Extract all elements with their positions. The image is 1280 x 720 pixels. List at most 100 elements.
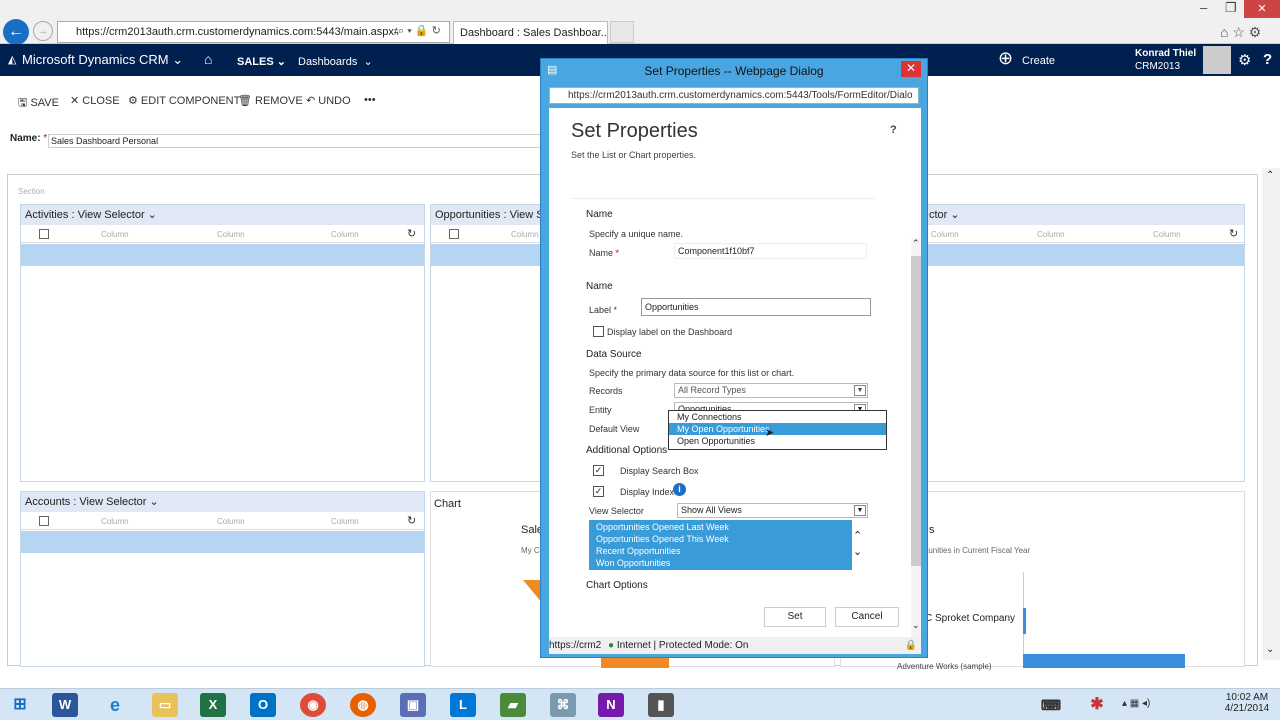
view-list-item[interactable]: Recent Opportunities	[596, 546, 681, 556]
scroll-down-icon[interactable]: ⌄	[912, 620, 920, 631]
chart-bar[interactable]	[1023, 608, 1026, 634]
keyboard-icon[interactable]: ⌨	[1038, 693, 1064, 717]
dropdown-option-selected[interactable]: My Open Opportunities	[669, 423, 886, 435]
edit-component-button[interactable]: ⚙ EDIT COMPONENT	[128, 94, 240, 107]
address-bar[interactable]: https://crm2013auth.crm.customerdynamics…	[57, 21, 450, 43]
more-button[interactable]: •••	[364, 94, 376, 106]
column-header[interactable]: Column	[511, 230, 539, 239]
panel-title[interactable]: Activities : View Selector ⌄	[21, 205, 424, 225]
file-explorer-icon[interactable]: ▭	[152, 693, 178, 717]
create-button[interactable]: Create	[1022, 55, 1055, 67]
column-header[interactable]: Column	[331, 230, 359, 239]
browser-tab-dashboard[interactable]: Dashboard : Sales Dashboar...	[453, 21, 608, 44]
scroll-down-icon[interactable]: ⌄	[1266, 644, 1274, 655]
column-header[interactable]: Column	[1037, 230, 1065, 239]
column-header[interactable]: Column	[217, 230, 245, 239]
set-button[interactable]: Set	[764, 607, 826, 627]
select-all-checkbox[interactable]	[449, 229, 459, 239]
inner-scrollbar[interactable]: ⌃ ⌄	[911, 238, 921, 638]
help-icon[interactable]: ?	[1263, 51, 1272, 68]
remove-button[interactable]: 🗑 REMOVE	[238, 94, 303, 107]
forward-arrow-icon[interactable]: →	[33, 21, 53, 41]
column-header[interactable]: Column	[1153, 230, 1181, 239]
remote-desktop-icon[interactable]: ▣	[400, 693, 426, 717]
component-name-input[interactable]: Component1f10bf7	[674, 243, 867, 259]
close-button[interactable]: ✕ CLOSE	[70, 94, 120, 107]
scroll-up-icon[interactable]: ⌃	[1266, 170, 1274, 181]
accounts-panel[interactable]: Accounts : View Selector ⌄ Column Column…	[20, 491, 425, 667]
dropdown-option[interactable]: Open Opportunities	[669, 435, 886, 447]
home-star-gear-icon[interactable]: ⌂ ☆ ⚙	[1220, 24, 1261, 41]
network-app-icon[interactable]: ⌘	[550, 693, 576, 717]
help-icon[interactable]: ?	[890, 124, 897, 136]
panel-title[interactable]: Accounts : View Selector ⌄	[21, 492, 424, 512]
save-button[interactable]: 🖫 SAVE	[18, 94, 59, 113]
internet-explorer-icon[interactable]: e	[102, 693, 128, 717]
view-list-item[interactable]: Won Opportunities	[596, 558, 670, 568]
excel-icon[interactable]: X	[200, 693, 226, 717]
default-view-dropdown[interactable]: My Connections My Open Opportunities Ope…	[668, 410, 887, 450]
new-tab-button[interactable]	[610, 21, 634, 43]
back-arrow-icon[interactable]: ←	[3, 19, 29, 45]
minimize-icon[interactable]: –	[1200, 0, 1207, 15]
dashboard-name-input[interactable]: Sales Dashboard Personal	[48, 134, 548, 148]
views-list[interactable]: Opportunities Opened Last Week Opportuni…	[589, 520, 852, 570]
page-scrollbar[interactable]: ⌃ ⌄	[1262, 168, 1280, 660]
outlook-icon[interactable]: O	[250, 693, 276, 717]
chrome-icon[interactable]: ◉	[300, 693, 326, 717]
area-menu[interactable]: SALES ⌄	[237, 55, 286, 68]
tray-arrows-icon[interactable]: ▴ ▦ ◂)	[1122, 698, 1150, 709]
scroll-thumb[interactable]	[911, 256, 921, 566]
grid-row-selected[interactable]	[21, 244, 424, 266]
scroll-up-icon[interactable]: ⌃	[912, 238, 920, 249]
view-list-item[interactable]: Opportunities Opened Last Week	[596, 522, 729, 532]
chevron-down-icon[interactable]: ▼	[854, 505, 866, 516]
info-icon[interactable]: i	[673, 483, 686, 496]
refresh-icon[interactable]: ↻	[407, 514, 416, 527]
display-search-checkbox[interactable]: ✓	[593, 465, 604, 476]
view-selector-select[interactable]: Show All Views ▼	[677, 503, 868, 518]
brand-menu[interactable]: Microsoft Dynamics CRM ⌄	[22, 52, 183, 68]
project-icon[interactable]: ▰	[500, 693, 526, 717]
refresh-icon[interactable]: ↻	[407, 227, 416, 240]
grid-row-selected[interactable]	[21, 531, 424, 553]
gear-icon[interactable]: ⚙	[1238, 51, 1251, 69]
refresh-icon[interactable]: ↻	[1229, 227, 1238, 240]
dialog-close-icon[interactable]: ✕	[901, 61, 921, 77]
display-label-checkbox[interactable]	[593, 326, 604, 337]
chart-bar[interactable]	[1023, 654, 1185, 668]
window-close-icon[interactable]: ✕	[1244, 0, 1280, 18]
list-up-icon[interactable]: ⌃	[853, 529, 862, 542]
word-icon[interactable]: W	[52, 693, 78, 717]
display-index-checkbox[interactable]: ✓	[593, 486, 604, 497]
label-input[interactable]: Opportunities	[641, 298, 871, 316]
windows-start-icon[interactable]: ⊞	[7, 693, 33, 717]
activities-panel[interactable]: Activities : View Selector ⌄ Column Colu…	[20, 204, 425, 482]
cancel-button[interactable]: Cancel	[835, 607, 899, 627]
firefox-icon[interactable]: ◍	[350, 693, 376, 717]
select-all-checkbox[interactable]	[39, 516, 49, 526]
address-actions-icon[interactable]: ⌕ ▾ 🔒 ↻	[398, 24, 448, 38]
column-header[interactable]: Column	[101, 517, 129, 526]
create-plus-icon[interactable]: ⊕	[998, 48, 1013, 69]
dropdown-option[interactable]: My Connections	[669, 411, 886, 423]
app-icon[interactable]: ▮	[648, 693, 674, 717]
list-down-icon[interactable]: ⌄	[853, 545, 862, 558]
column-header[interactable]: Column	[101, 230, 129, 239]
records-select[interactable]: All Record Types ▼	[674, 383, 868, 398]
column-header[interactable]: Column	[217, 517, 245, 526]
view-list-item[interactable]: Opportunities Opened This Week	[596, 534, 729, 544]
maximize-icon[interactable]: ❐	[1225, 0, 1237, 16]
column-header[interactable]: Column	[331, 517, 359, 526]
onenote-icon[interactable]: N	[598, 693, 624, 717]
clock[interactable]: 10:02 AM 4/21/2014	[1222, 692, 1272, 714]
dashboards-menu[interactable]: Dashboards ⌄	[298, 55, 373, 68]
tray-app-icon[interactable]: ✱	[1084, 693, 1110, 717]
undo-button[interactable]: ↶ UNDO	[306, 94, 351, 107]
home-icon[interactable]: ⌂	[204, 51, 212, 67]
lync-icon[interactable]: L	[450, 693, 476, 717]
avatar[interactable]	[1203, 46, 1231, 74]
chevron-down-icon[interactable]: ▼	[854, 385, 866, 396]
funnel-segment[interactable]	[601, 658, 669, 668]
select-all-checkbox[interactable]	[39, 229, 49, 239]
